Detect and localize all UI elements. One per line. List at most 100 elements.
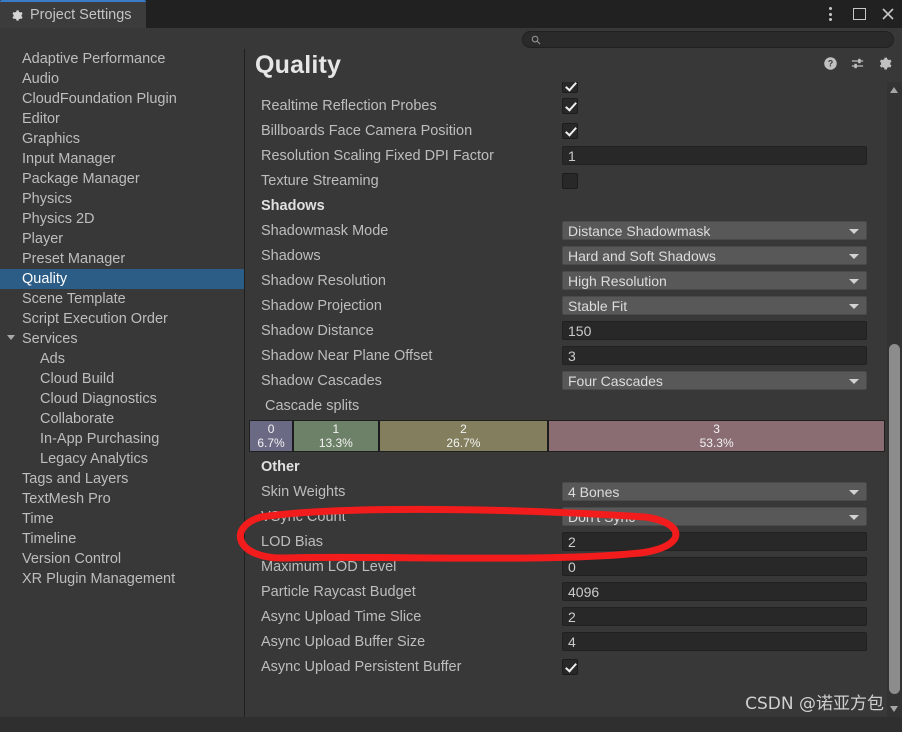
search-input[interactable]	[545, 33, 875, 46]
chevron-down-icon[interactable]	[849, 279, 859, 284]
input-shadow-near-plane-offset[interactable]: 3	[562, 346, 867, 365]
cascade-splits-bar[interactable]: 0 6.7% 1 13.3% 2 26.7% 3 53.3%	[249, 420, 885, 452]
preset-icon[interactable]	[850, 56, 865, 71]
row-label: Async Upload Time Slice	[261, 608, 422, 625]
tab-label: Project Settings	[30, 7, 132, 23]
sidebar-item-textmesh-pro[interactable]: TextMesh Pro	[0, 489, 244, 509]
sidebar-item-audio[interactable]: Audio	[0, 69, 244, 89]
sidebar-item-script-execution-order[interactable]: Script Execution Order	[0, 309, 244, 329]
sidebar-item-cloudfoundation-plugin[interactable]: CloudFoundation Plugin	[0, 89, 244, 109]
settings-row-shadowmask-mode: Shadowmask Mode Distance Shadowmask	[245, 218, 902, 243]
section-title: Shadows	[261, 197, 325, 214]
settings-sidebar[interactable]: Adaptive Performance Audio CloudFoundation…	[0, 49, 244, 717]
row-label: Shadow Distance	[261, 322, 374, 339]
row-label: Shadows	[261, 247, 321, 264]
chevron-down-icon[interactable]	[849, 254, 859, 259]
sidebar-item-package-manager[interactable]: Package Manager	[0, 169, 244, 189]
sidebar-item-label: Tags and Layers	[22, 471, 129, 487]
scroll-up-arrow-icon[interactable]	[890, 87, 898, 93]
dropdown-vsync-count[interactable]: Don't Sync	[562, 507, 867, 526]
gear-icon	[12, 9, 23, 21]
sidebar-item-xr-plugin-management[interactable]: XR Plugin Management	[0, 569, 244, 589]
close-icon[interactable]	[880, 5, 896, 23]
dropdown-shadow-projection[interactable]: Stable Fit	[562, 296, 867, 315]
search-box[interactable]	[522, 31, 894, 48]
chevron-down-icon[interactable]	[849, 490, 859, 495]
sidebar-item-label: TextMesh Pro	[22, 491, 111, 507]
input-shadow-distance[interactable]: 150	[562, 321, 867, 340]
help-icon[interactable]: ?	[823, 56, 838, 71]
sidebar-item-physics-2d[interactable]: Physics 2D	[0, 209, 244, 229]
row-label: Texture Streaming	[261, 172, 379, 189]
cascade-segment-2[interactable]: 2 26.7%	[379, 421, 550, 451]
sidebar-item-services[interactable]: Services	[0, 329, 244, 349]
settings-row-skin-weights: Skin Weights 4 Bones	[245, 479, 902, 504]
sidebar-item-preset-manager[interactable]: Preset Manager	[0, 249, 244, 269]
sidebar-item-editor[interactable]: Editor	[0, 109, 244, 129]
sidebar-item-quality[interactable]: Quality	[0, 269, 244, 289]
chevron-down-icon[interactable]	[849, 304, 859, 309]
sidebar-item-label: Ads	[40, 351, 65, 367]
checkbox-async-upload-persistent-buffer[interactable]	[562, 658, 578, 675]
scrollbar-thumb[interactable]	[889, 344, 900, 694]
input-maximum-lod-level[interactable]: 0	[562, 557, 867, 576]
chevron-down-icon[interactable]	[849, 379, 859, 384]
sidebar-item-version-control[interactable]: Version Control	[0, 549, 244, 569]
sub-label: Cascade splits	[265, 397, 360, 414]
settings-gear-icon[interactable]	[877, 56, 892, 71]
sidebar-item-cloud-diagnostics[interactable]: Cloud Diagnostics	[0, 389, 244, 409]
input-particle-raycast-budget[interactable]: 4096	[562, 582, 867, 601]
sidebar-item-tags-and-layers[interactable]: Tags and Layers	[0, 469, 244, 489]
cascade-segment-1[interactable]: 1 13.3%	[294, 421, 380, 451]
scroll-down-arrow-icon[interactable]	[890, 706, 898, 712]
sidebar-item-in-app-purchasing[interactable]: In-App Purchasing	[0, 429, 244, 449]
checkbox-realtime-reflection-probes[interactable]	[562, 97, 578, 114]
chevron-down-icon[interactable]	[849, 229, 859, 234]
checkbox-texture-streaming[interactable]	[562, 172, 578, 189]
chevron-down-icon[interactable]	[7, 335, 15, 343]
checkbox-billboards-face-camera-position[interactable]	[562, 122, 578, 139]
sidebar-item-cloud-build[interactable]: Cloud Build	[0, 369, 244, 389]
dropdown-shadow-resolution[interactable]: High Resolution	[562, 271, 867, 290]
sidebar-item-physics[interactable]: Physics	[0, 189, 244, 209]
vertical-scrollbar[interactable]	[887, 82, 902, 717]
checkbox-row[interactable]	[562, 82, 578, 93]
settings-row-vsync-count: VSync Count Don't Sync	[245, 504, 902, 529]
row-label: Realtime Reflection Probes	[261, 97, 437, 114]
settings-row-shadow-distance: Shadow Distance 150	[245, 318, 902, 343]
sidebar-item-ads[interactable]: Ads	[0, 349, 244, 369]
sidebar-item-graphics[interactable]: Graphics	[0, 129, 244, 149]
tab-project-settings[interactable]: Project Settings	[0, 0, 146, 28]
chevron-down-icon[interactable]	[849, 515, 859, 520]
settings-row-async-upload-persistent-buffer: Async Upload Persistent Buffer	[245, 654, 902, 679]
dropdown-shadow-cascades[interactable]: Four Cascades	[562, 371, 867, 390]
cascade-segment-3[interactable]: 3 53.3%	[549, 421, 884, 451]
dropdown-shadows[interactable]: Hard and Soft Shadows	[562, 246, 867, 265]
input-async-upload-buffer-size[interactable]: 4	[562, 632, 867, 651]
settings-row-billboards-face-camera-position: Billboards Face Camera Position	[245, 118, 902, 143]
dropdown-skin-weights[interactable]: 4 Bones	[562, 482, 867, 501]
sidebar-item-adaptive-performance[interactable]: Adaptive Performance	[0, 49, 244, 69]
kebab-menu-icon[interactable]	[822, 5, 838, 23]
dropdown-value: Hard and Soft Shadows	[568, 247, 716, 264]
input-resolution-scaling-fixed-dpi-factor[interactable]: 1	[562, 146, 867, 165]
sidebar-item-collaborate[interactable]: Collaborate	[0, 409, 244, 429]
sidebar-item-input-manager[interactable]: Input Manager	[0, 149, 244, 169]
section-header-other: Other	[245, 454, 902, 479]
sidebar-item-timeline[interactable]: Timeline	[0, 529, 244, 549]
input-async-upload-time-slice[interactable]: 2	[562, 607, 867, 626]
cascade-segment-0[interactable]: 0 6.7%	[250, 421, 295, 451]
settings-row-shadow-projection: Shadow Projection Stable Fit	[245, 293, 902, 318]
row-label: Shadow Near Plane Offset	[261, 347, 433, 364]
section-header-shadows: Shadows	[245, 193, 902, 218]
settings-row-lod-bias: LOD Bias 2	[245, 529, 902, 554]
dropdown-shadowmask-mode[interactable]: Distance Shadowmask	[562, 221, 867, 240]
input-lod-bias[interactable]: 2	[562, 532, 867, 551]
dropdown-value: Stable Fit	[568, 297, 628, 314]
sidebar-item-player[interactable]: Player	[0, 229, 244, 249]
horizontal-scrollbar[interactable]	[0, 717, 902, 732]
sidebar-item-scene-template[interactable]: Scene Template	[0, 289, 244, 309]
maximize-icon[interactable]	[851, 5, 867, 23]
sidebar-item-time[interactable]: Time	[0, 509, 244, 529]
sidebar-item-legacy-analytics[interactable]: Legacy Analytics	[0, 449, 244, 469]
